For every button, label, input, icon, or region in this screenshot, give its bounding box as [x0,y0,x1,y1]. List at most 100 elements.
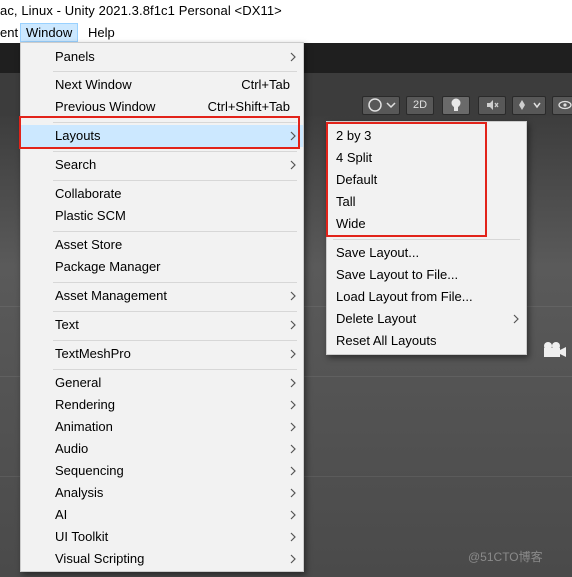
menu-item-general[interactable]: General [21,372,303,394]
menu-separator [53,71,297,72]
menu-item-2-by-3[interactable]: 2 by 3 [327,125,526,147]
mute-speaker-icon [487,100,499,110]
menu-item-label: Save Layout... [336,245,420,260]
menu-separator [53,151,297,152]
menu-separator [333,239,520,240]
submenu-arrow-icon [287,285,299,307]
menu-item-label: Sequencing [55,463,124,478]
menu-item-visual-scripting[interactable]: Visual Scripting [21,548,303,570]
menu-item-shortcut: Ctrl+Tab [241,77,290,92]
submenu-arrow-icon [287,460,299,482]
submenu-arrow-icon [287,548,299,570]
menu-item-ui-toolkit[interactable]: UI Toolkit [21,526,303,548]
menu-item-label: Animation [55,419,113,434]
window-title-bar: ac, Linux - Unity 2021.3.8f1c1 Personal … [0,0,572,22]
menu-item-rendering[interactable]: Rendering [21,394,303,416]
menu-item-label: Panels [55,49,95,64]
menu-item-save-layout[interactable]: Save Layout... [327,242,526,264]
effects-dropdown-button[interactable] [512,96,546,115]
submenu-arrow-icon [287,526,299,548]
submenu-arrow-icon [287,314,299,336]
menu-item-label: 2 by 3 [336,128,372,143]
menu-item-label: Layouts [55,128,101,143]
menu-item-label: Wide [336,216,366,231]
submenu-arrow-icon [287,343,299,365]
menu-item-asset-management[interactable]: Asset Management [21,285,303,307]
menu-item-label: Asset Management [55,288,168,303]
watermark: @51CTO博客 [468,550,543,564]
menu-item-label: General [55,375,102,390]
menu-item-plastic-scm[interactable]: Plastic SCM [21,205,303,227]
menu-separator [53,231,297,232]
menu-item-animation[interactable]: Animation [21,416,303,438]
menu-separator [53,340,297,341]
menu-item-4-split[interactable]: 4 Split [327,147,526,169]
shading-mode-button[interactable] [362,96,400,115]
menu-item-label: Visual Scripting [55,551,145,566]
submenu-arrow-icon [287,394,299,416]
scene-visibility-button[interactable] [552,96,572,115]
menu-separator [53,122,297,123]
menu-item-label: Package Manager [55,259,161,274]
menu-item-delete-layout[interactable]: Delete Layout [327,308,526,330]
menu-item-label: Rendering [55,397,115,412]
lighting-toggle-button[interactable] [442,96,470,115]
layouts-submenu: 2 by 3 4 Split Default Tall Wide Save Layout.… [326,121,527,355]
menu-item-analysis[interactable]: Analysis [21,482,303,504]
menubar-item-window[interactable]: Window [20,23,79,42]
menu-item-collaborate[interactable]: Collaborate [21,183,303,205]
menu-item-sequencing[interactable]: Sequencing [21,460,303,482]
menu-item-label: 4 Split [336,150,373,165]
menu-separator [53,282,297,283]
effects-icon [519,100,541,110]
audio-toggle-button[interactable] [478,96,506,115]
menu-separator [53,369,297,370]
menu-item-asset-store[interactable]: Asset Store [21,234,303,256]
submenu-arrow-icon [287,438,299,460]
menu-item-textmeshpro[interactable]: TextMeshPro [21,343,303,365]
menu-item-shortcut: Ctrl+Shift+Tab [207,99,290,114]
menu-separator [53,180,297,181]
scene-view-toolbar: 2D [340,94,572,116]
menu-item-label: Text [55,317,79,332]
menu-item-label: Reset All Layouts [336,333,437,348]
menu-item-package-manager[interactable]: Package Manager [21,256,303,278]
menu-item-label: Analysis [55,485,104,500]
submenu-arrow-icon [287,372,299,394]
menu-item-label: Audio [55,441,89,456]
menu-item-label: TextMeshPro [55,346,131,361]
submenu-arrow-icon [287,504,299,526]
menu-item-wide[interactable]: Wide [327,213,526,235]
menu-item-label: Default [336,172,378,187]
menu-item-next-window[interactable]: Next Window Ctrl+Tab [21,74,303,96]
menu-item-label: Next Window [55,77,132,92]
menu-item-load-layout-from-file[interactable]: Load Layout from File... [327,286,526,308]
menubar-item-help[interactable]: Help [83,23,120,42]
menu-item-label: UI Toolkit [55,529,109,544]
menu-bar: ent Window Help [0,22,572,43]
menu-item-label: Tall [336,194,356,209]
menu-item-previous-window[interactable]: Previous Window Ctrl+Shift+Tab [21,96,303,118]
menu-item-ai[interactable]: AI [21,504,303,526]
scene-camera-icon[interactable] [541,340,567,360]
submenu-arrow-icon [287,416,299,438]
menu-item-panels[interactable]: Panels [21,46,303,68]
submenu-arrow-icon [287,46,299,68]
menu-item-audio[interactable]: Audio [21,438,303,460]
menu-item-label: Save Layout to File... [336,267,459,282]
submenu-arrow-icon [287,482,299,504]
window-title: ac, Linux - Unity 2021.3.8f1c1 Personal … [0,3,282,18]
2d-toggle-button[interactable]: 2D [406,96,434,115]
menu-item-label: Previous Window [55,99,156,114]
menu-item-search[interactable]: Search [21,154,303,176]
menu-item-tall[interactable]: Tall [327,191,526,213]
menu-item-label: Load Layout from File... [336,289,473,304]
menu-item-save-layout-to-file[interactable]: Save Layout to File... [327,264,526,286]
menu-item-reset-all-layouts[interactable]: Reset All Layouts [327,330,526,352]
menu-item-text[interactable]: Text [21,314,303,336]
submenu-arrow-icon [510,308,522,330]
visibility-icon [558,100,572,110]
menu-item-label: AI [55,507,68,522]
menu-item-default[interactable]: Default [327,169,526,191]
menu-item-layouts[interactable]: Layouts [21,125,303,147]
